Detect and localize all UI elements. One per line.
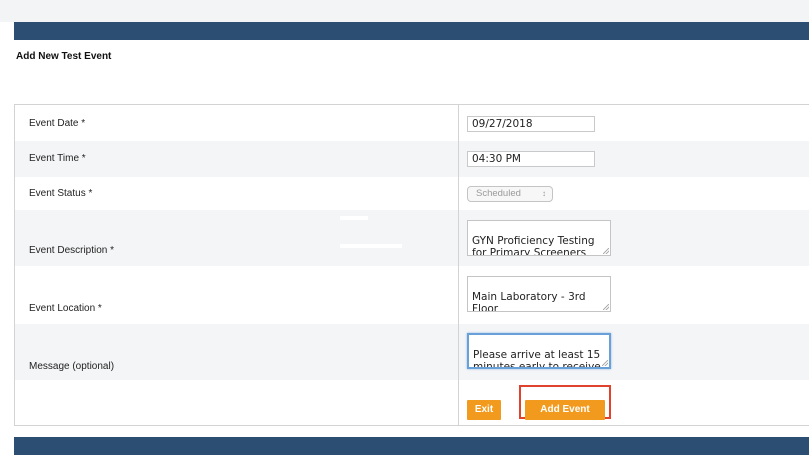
resize-handle-icon[interactable]: [602, 360, 608, 366]
event-location-textarea[interactable]: Main Laboratory - 3rd Floor: [467, 276, 611, 312]
event-description-value: GYN Proficiency Testing for Primary Scre…: [472, 235, 595, 256]
message-value: Please arrive at least 15 minutes early …: [473, 349, 601, 369]
resize-handle-icon[interactable]: [603, 304, 609, 310]
event-description-textarea[interactable]: GYN Proficiency Testing for Primary Scre…: [467, 220, 611, 256]
event-form: Event Date * Event Time * Event Status *…: [14, 104, 809, 426]
event-status-value: Scheduled: [476, 188, 521, 199]
row-event-location: Event Location *: [15, 266, 809, 324]
header-bar: [14, 22, 809, 40]
add-event-button[interactable]: Add Event: [525, 400, 605, 420]
row-event-time: Event Time *: [15, 141, 809, 177]
row-event-status: Event Status *: [15, 177, 809, 210]
footer-bar: [14, 437, 809, 455]
event-time-input[interactable]: 04:30 PM: [467, 151, 595, 167]
event-status-select[interactable]: Scheduled ↕: [467, 186, 553, 202]
row-event-date: Event Date *: [15, 105, 809, 141]
label-event-description: Event Description *: [29, 245, 115, 256]
select-arrows-icon: ↕: [542, 189, 546, 198]
label-message: Message (optional): [29, 361, 115, 372]
column-divider: [458, 105, 459, 425]
resize-handle-icon[interactable]: [603, 248, 609, 254]
row-message: Message (optional): [15, 324, 809, 380]
redaction-mark: [340, 216, 368, 220]
page-title: Add New Test Event: [16, 51, 112, 62]
label-event-time: Event Time *: [29, 153, 86, 164]
exit-button[interactable]: Exit: [467, 400, 501, 420]
label-event-status: Event Status *: [29, 188, 93, 199]
row-actions: [15, 380, 809, 425]
redaction-mark: [340, 244, 402, 248]
event-location-value: Main Laboratory - 3rd Floor: [472, 291, 586, 312]
message-textarea[interactable]: Please arrive at least 15 minutes early …: [467, 333, 611, 369]
row-event-description: Event Description *: [15, 210, 809, 266]
label-event-date: Event Date *: [29, 118, 86, 129]
label-event-location: Event Location *: [29, 303, 102, 314]
top-strip: [0, 0, 809, 22]
event-date-input[interactable]: 09/27/2018: [467, 116, 595, 132]
